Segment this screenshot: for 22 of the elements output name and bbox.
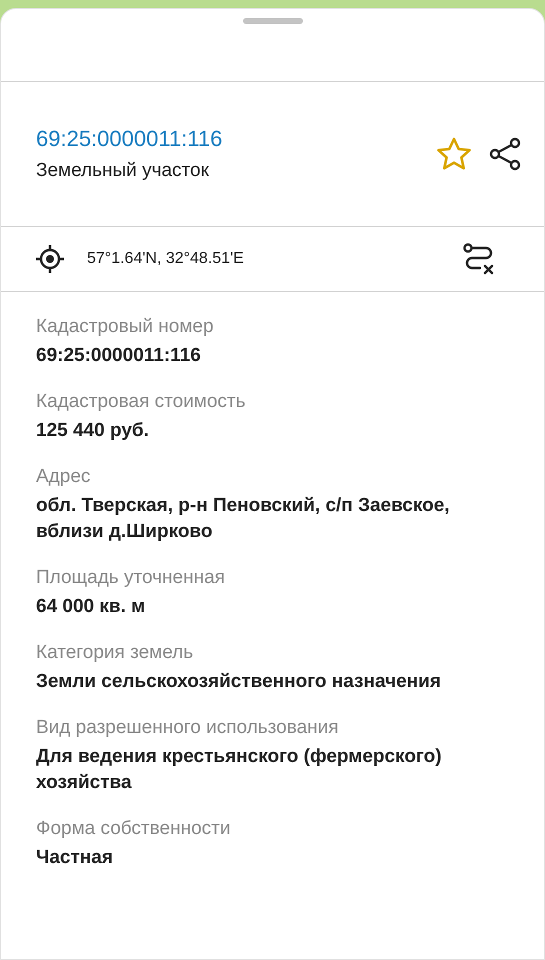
field-label: Кадастровая стоимость [36, 390, 247, 414]
parcel-number: 69:25:0000011:116 [36, 126, 224, 152]
star-icon[interactable] [436, 137, 472, 171]
field-value: 125 440 руб. [36, 419, 150, 443]
field-label: Адрес [36, 465, 92, 489]
field-label: Категория земель [36, 641, 194, 665]
field-label: Кадастровый номер [36, 315, 215, 339]
field-value: обл. Тверская, р-н Пеновский, с/п Заевское, вблизи д.Ширково [36, 494, 451, 544]
field-value: Земли сельскохозяйственного назначения [36, 670, 442, 694]
field-label: Форма собственности [36, 817, 232, 841]
field-label: Вид разрешенного использования [36, 716, 340, 740]
field-value: 64 000 кв. м [36, 595, 146, 619]
field-value: Частная [36, 846, 114, 870]
route-clear-icon[interactable] [462, 242, 496, 276]
parcel-type: Земельный участок [36, 160, 210, 182]
drag-handle[interactable] [242, 18, 302, 24]
locate-icon[interactable] [35, 244, 65, 274]
field-value: 69:25:0000011:116 [36, 344, 202, 368]
coordinates-text: 57°1.64'N, 32°48.51'E [87, 250, 245, 268]
field-value: Для ведения крестьянского (фермерского) хозяйства [36, 745, 443, 795]
field-label: Площадь уточненная [36, 566, 226, 590]
share-icon[interactable] [488, 137, 522, 171]
